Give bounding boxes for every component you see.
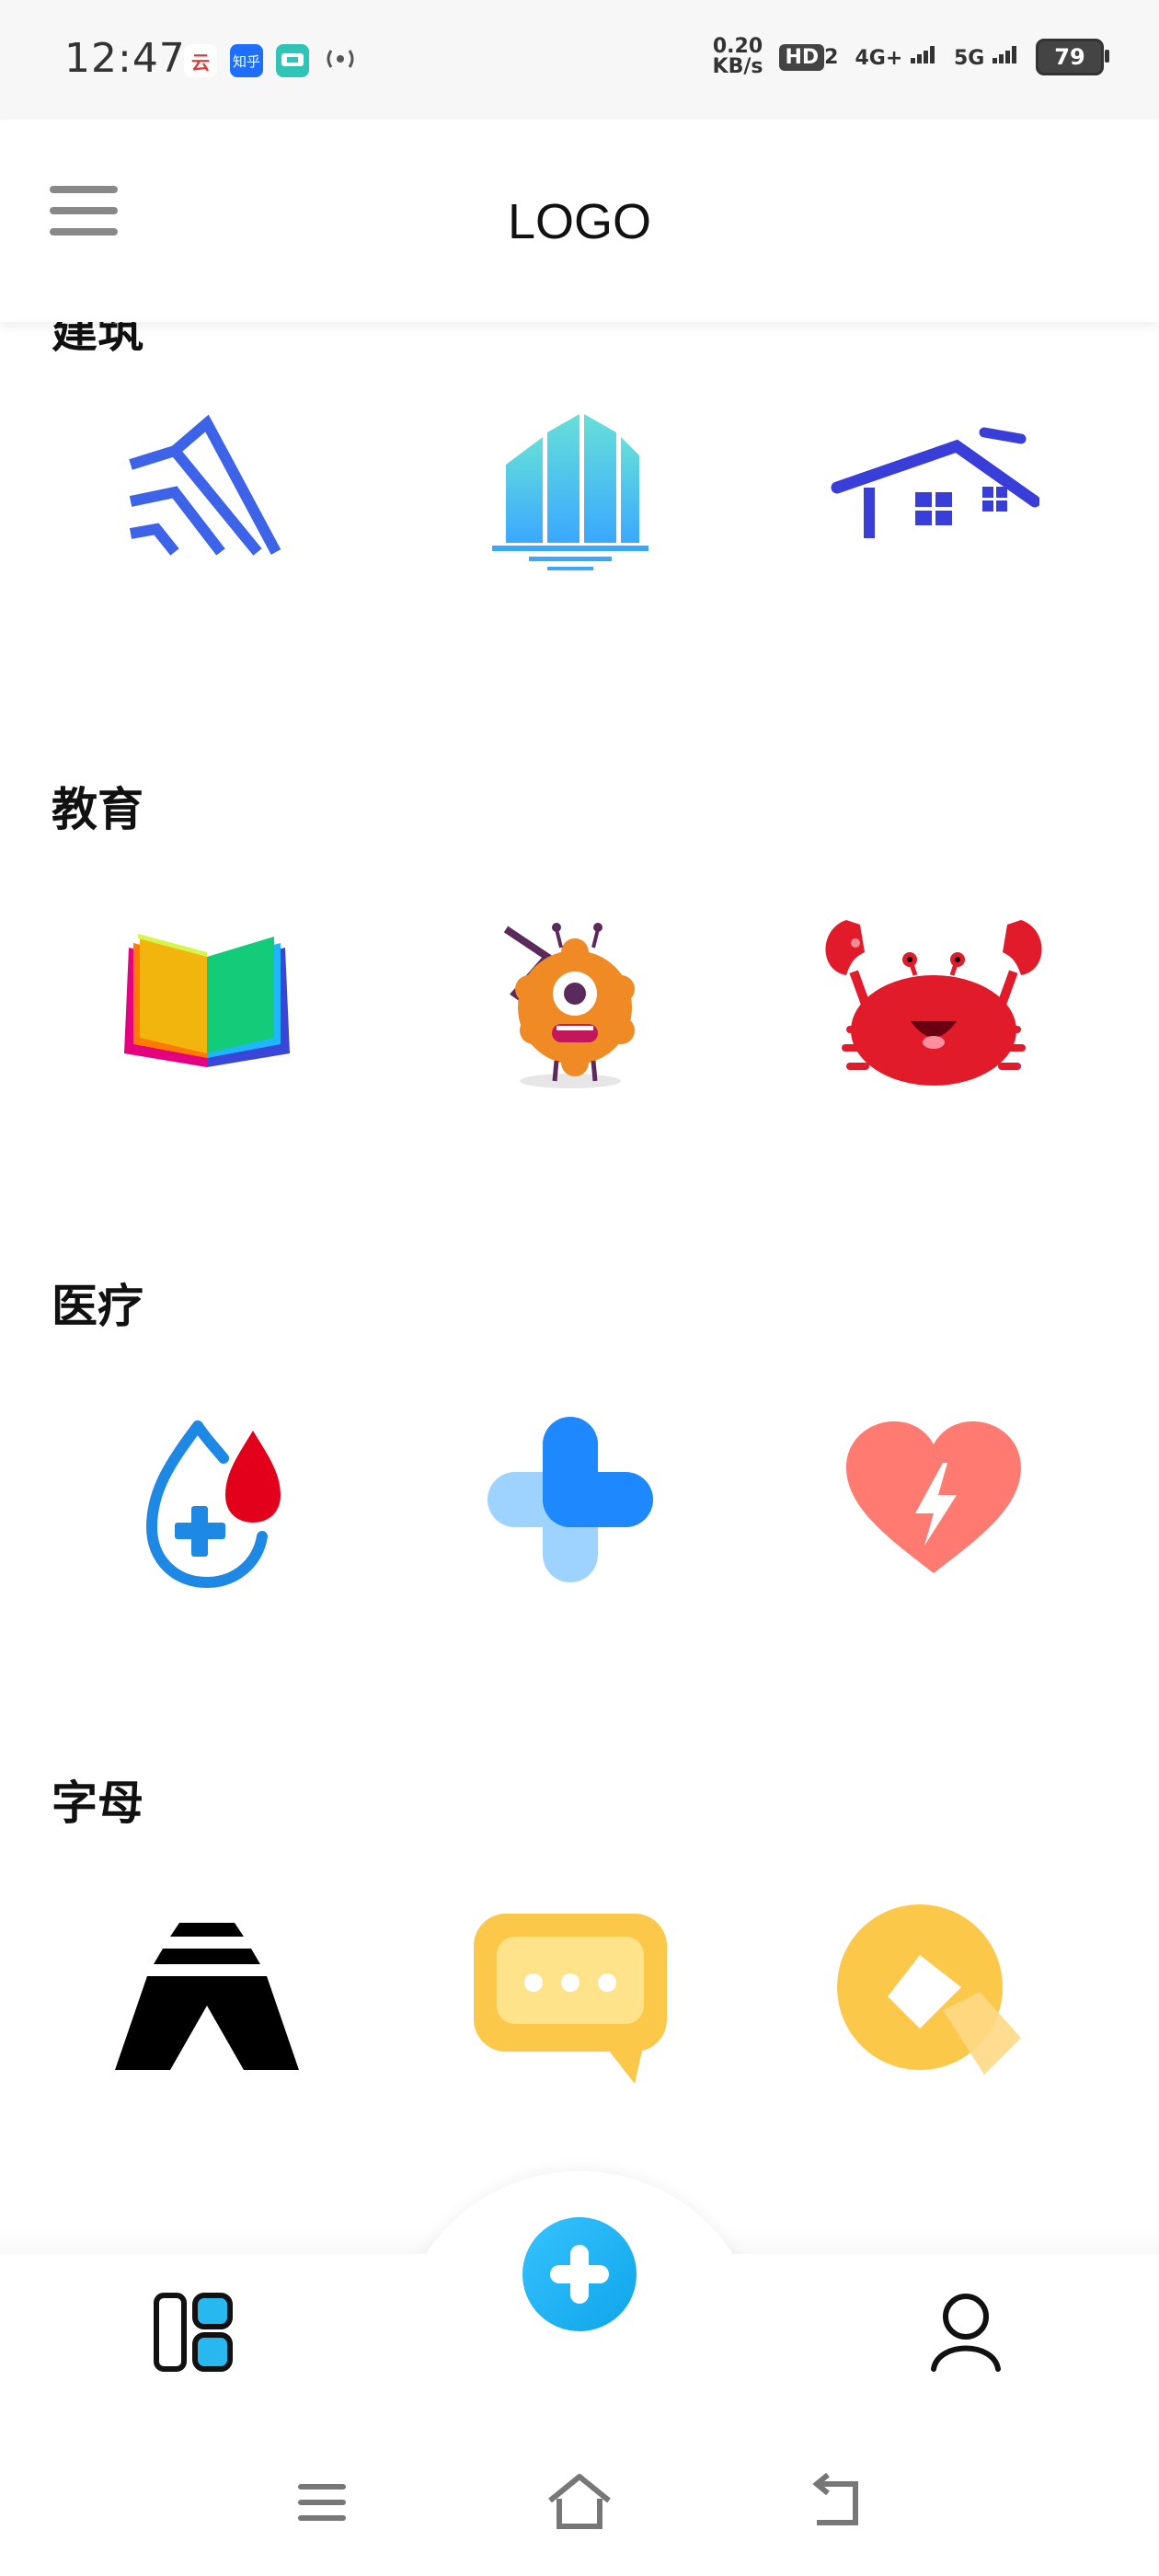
status-right: 0.20 KB/s HD 2 4G+ 5G 79	[713, 37, 1109, 77]
menu-lines-icon	[298, 2484, 346, 2521]
net-speed-value: 0.20	[712, 35, 763, 58]
add-button[interactable]	[522, 2217, 637, 2331]
section-title-letters: 字母	[52, 1777, 143, 1830]
orange-monster-logo[interactable]	[432, 902, 708, 1104]
signal-4g-label: 4G+	[855, 47, 903, 70]
letter-a-logo[interactable]	[69, 1895, 345, 2098]
video-app-icon	[276, 44, 309, 77]
section-title-education: 教育	[52, 783, 143, 836]
blue-plus-logo[interactable]	[432, 1398, 708, 1601]
net-speed-unit: KB/s	[712, 55, 763, 78]
page-title: LOGO	[507, 194, 652, 249]
recent-apps-button[interactable]	[285, 2466, 359, 2539]
zhihu-app-icon: 知乎	[230, 44, 263, 77]
signal-4g-icon: 4G+	[855, 44, 936, 70]
blood-drop-cross-logo[interactable]	[69, 1398, 345, 1601]
zhihu-app-label: 知乎	[232, 52, 260, 70]
heart-bolt-logo[interactable]	[796, 1398, 1072, 1601]
house-roof-logo[interactable]	[796, 386, 1072, 589]
user-icon	[931, 2294, 1001, 2372]
home-icon	[548, 2474, 611, 2529]
signal-5g-label: 5G	[953, 47, 985, 70]
net-speed: 0.20 KB/s	[713, 37, 763, 77]
app-header: LOGO	[0, 120, 1159, 322]
section-title-medical: 医疗	[52, 1280, 143, 1333]
blue-building-logo[interactable]	[432, 386, 708, 589]
hd-indicator: HD 2	[779, 43, 839, 71]
yun-app-icon: 云	[184, 44, 217, 77]
back-icon	[812, 2472, 858, 2525]
yellow-q-logo[interactable]	[796, 1895, 1072, 2098]
tab-profile[interactable]	[929, 2291, 1003, 2377]
red-crab-logo[interactable]	[796, 902, 1072, 1104]
plus-icon	[550, 2245, 609, 2304]
hd-sub: 2	[824, 45, 839, 69]
home-button[interactable]	[543, 2466, 616, 2539]
hotspot-icon	[322, 45, 359, 76]
signal-5g-icon: 5G	[954, 44, 1019, 70]
section-title-architecture: 建筑	[52, 322, 143, 358]
bottom-nav	[0, 2171, 1159, 2466]
battery-icon: 79	[1036, 39, 1109, 75]
yun-app-label: 云	[191, 51, 210, 74]
status-bar: 12:47 云 知乎 0.20 KB/s HD 2 4G+ 5G 79	[0, 0, 1159, 120]
open-book-logo[interactable]	[69, 902, 345, 1104]
notification-icons: 云 知乎	[184, 44, 359, 77]
system-nav-bar	[0, 2429, 1159, 2576]
status-time: 12:47	[64, 35, 186, 82]
dashboard-icon	[154, 2293, 233, 2372]
tab-home[interactable]	[152, 2291, 235, 2377]
back-button[interactable]	[800, 2466, 874, 2539]
hd-badge: HD	[779, 43, 825, 71]
battery-level: 79	[1054, 44, 1085, 70]
mountain-lines-logo[interactable]	[69, 386, 345, 589]
logo-gallery[interactable]: 建筑 教育 医疗 字母	[0, 322, 1159, 2254]
chat-bubble-logo[interactable]	[432, 1895, 708, 2098]
